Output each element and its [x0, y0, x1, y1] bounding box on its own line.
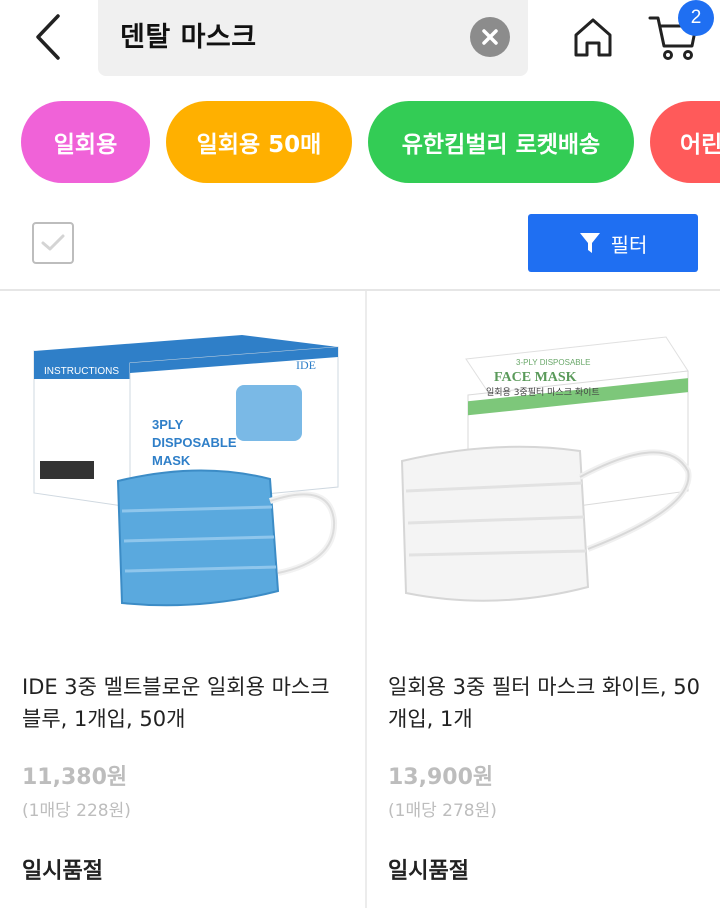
filter-icon — [579, 233, 600, 253]
product-unit-price: (1매당 278원) — [388, 801, 497, 821]
product-title[interactable]: IDE 3중 멜트블로운 일회용 마스크 블루, 1개입, 50개 — [22, 671, 342, 735]
home-icon — [574, 18, 612, 57]
header: 덴탈 마스크 2 — [0, 0, 720, 86]
product-price: 13,900원 — [388, 765, 494, 790]
chip-kids[interactable]: 어린 — [650, 101, 720, 183]
check-icon — [41, 234, 65, 251]
product-image: 3-PLY DISPOSABLE FACE MASK 일회용 3중필터 마스크 … — [400, 336, 692, 602]
back-button[interactable] — [26, 10, 70, 64]
product-status: 일시품절 — [22, 859, 103, 884]
chip-disposable-50[interactable]: 일회용 50매 — [166, 101, 352, 183]
box-side-text: INSTRUCTIONS — [44, 366, 119, 377]
product-image: INSTRUCTIONS IDE 3PLY DISPOSABLE MASK — [33, 335, 339, 607]
box-brand-text: IDE — [296, 358, 316, 372]
suggestion-chips: 일회용 일회용 50매 유한킴벌리 로켓배송 어린 — [0, 101, 720, 183]
chip-disposable[interactable]: 일회용 — [21, 101, 150, 183]
close-icon — [482, 29, 498, 45]
home-button[interactable] — [568, 12, 618, 62]
box-product-text: 3PLY — [152, 417, 184, 432]
box-product-text-3: MASK — [152, 453, 191, 468]
filter-label: 필터 — [610, 232, 648, 257]
product-status: 일시품절 — [388, 859, 469, 884]
cart-count-badge: 2 — [678, 0, 714, 36]
box-subtext: 3-PLY DISPOSABLE — [516, 358, 590, 367]
chip-yuhan-kimberly-rocket[interactable]: 유한킴벌리 로켓배송 — [368, 101, 634, 183]
select-checkbox[interactable] — [32, 222, 74, 264]
search-query-text: 덴탈 마스크 — [120, 22, 257, 53]
chip-kids-label: 어린 — [680, 132, 720, 158]
product-card[interactable]: 3-PLY DISPOSABLE FACE MASK 일회용 3중필터 마스크 … — [366, 291, 720, 908]
box-title-text: FACE MASK — [494, 370, 577, 385]
search-input[interactable]: 덴탈 마스크 — [98, 0, 528, 76]
box-korean-text: 일회용 3중필터 마스크 화이트 — [486, 386, 600, 398]
product-price: 11,380원 — [22, 765, 128, 790]
filter-button[interactable]: 필터 — [528, 214, 698, 272]
product-card[interactable]: INSTRUCTIONS IDE 3PLY DISPOSABLE MASK ID… — [0, 291, 360, 908]
product-unit-price: (1매당 228원) — [22, 801, 131, 821]
chevron-left-icon — [36, 14, 60, 60]
clear-search-button[interactable] — [470, 17, 510, 57]
product-title[interactable]: 일회용 3중 필터 마스크 화이트, 50개입, 1개 — [388, 671, 708, 735]
box-product-text-2: DISPOSABLE — [152, 435, 237, 450]
